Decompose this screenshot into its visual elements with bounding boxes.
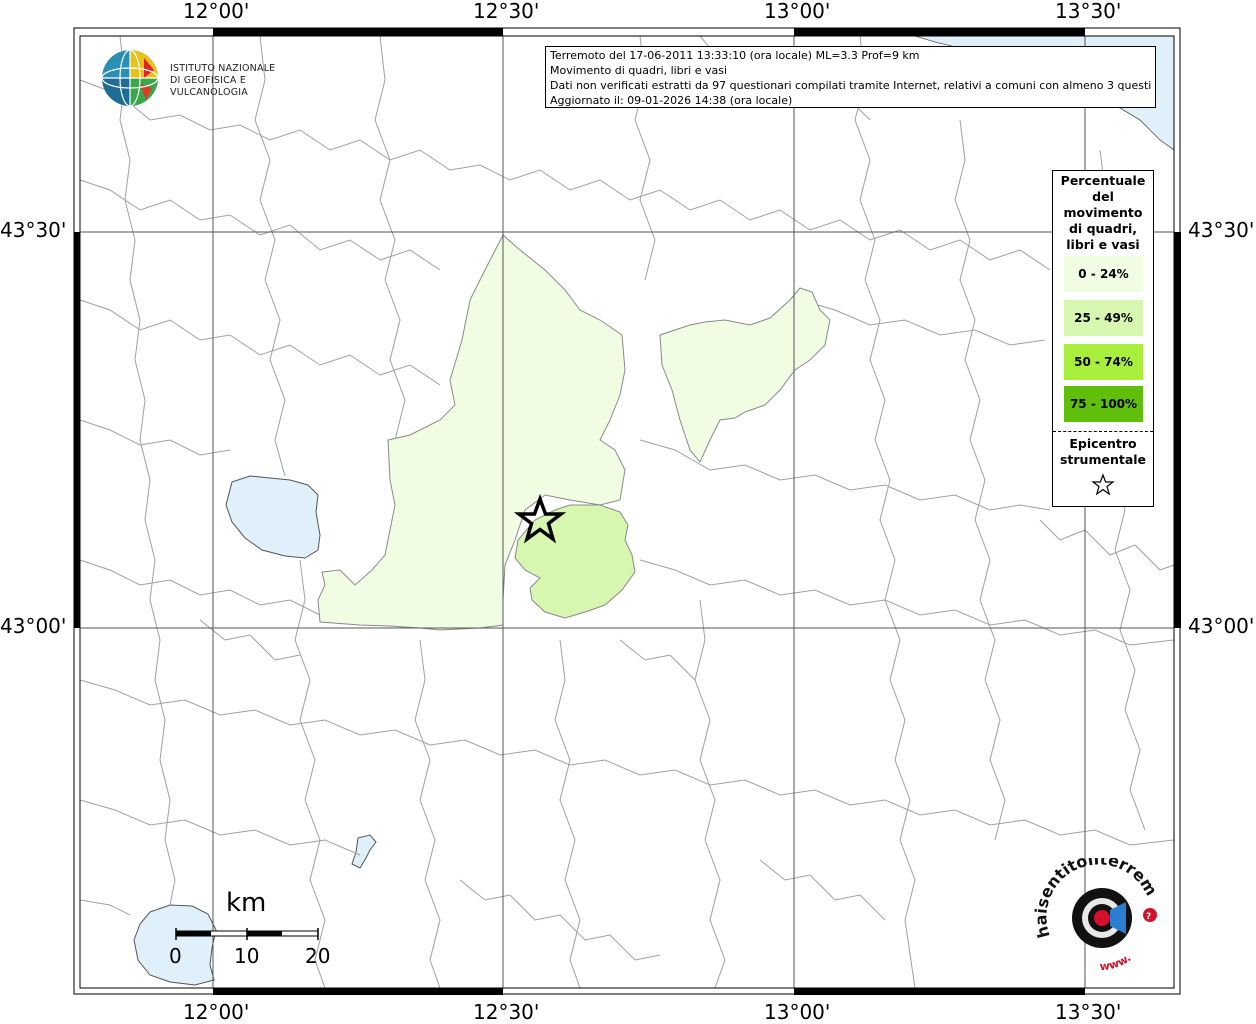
lat-label-left-2: 43°00' bbox=[0, 614, 67, 638]
haisentito-logo: ? haisentitoilterremoto.it www. bbox=[1025, 843, 1170, 978]
update-date: Aggiornato il: 09-01-2026 14:38 (ora loc… bbox=[550, 94, 793, 107]
legend-title-line2: del bbox=[1092, 189, 1114, 204]
legend-epicenter-label: Epicentro strumentale bbox=[1053, 436, 1153, 468]
ingv-globe-icon bbox=[101, 49, 159, 107]
haisentito-logo-icon: ? haisentitoilterremoto.it www. bbox=[1025, 843, 1162, 973]
event-title: Terremoto del 17-06-2011 13:33:10 (ora l… bbox=[550, 49, 920, 62]
legend-class-25-49: 25 - 49% bbox=[1064, 300, 1143, 336]
legend-class-75-100: 75 - 100% bbox=[1064, 386, 1143, 422]
lon-label-top-3: 13°00' bbox=[764, 0, 831, 23]
data-note: Dati non verificati estratti da 97 quest… bbox=[550, 79, 1151, 92]
svg-text:?: ? bbox=[1146, 912, 1151, 922]
lon-label-bottom-2: 12°30' bbox=[473, 1000, 540, 1024]
star-icon bbox=[1091, 473, 1115, 496]
legend-divider bbox=[1053, 431, 1153, 432]
legend-title-line5: libri e vasi bbox=[1066, 237, 1140, 252]
legend-epicenter-line2: strumentale bbox=[1059, 452, 1147, 467]
legend-title-line1: Percentuale bbox=[1060, 173, 1146, 188]
legend: Percentuale del movimento di quadri, lib… bbox=[1052, 170, 1154, 507]
scale-label-0: 0 bbox=[169, 944, 182, 968]
event-info-box: Terremoto del 17-06-2011 13:33:10 (ora l… bbox=[545, 46, 1156, 108]
lat-label-right-2: 43°00' bbox=[1188, 614, 1255, 638]
lon-label-top-2: 12°30' bbox=[473, 0, 540, 23]
lon-label-bottom-4: 13°30' bbox=[1055, 1000, 1122, 1024]
lon-label-bottom-1: 12°00' bbox=[183, 1000, 250, 1024]
legend-epicenter-line1: Epicentro bbox=[1069, 436, 1137, 451]
scale-label-10: 10 bbox=[234, 944, 260, 968]
effect-description: Movimento di quadri, libri e vasi bbox=[550, 64, 728, 77]
legend-title-line3: movimento bbox=[1063, 205, 1143, 220]
legend-class-50-74: 50 - 74% bbox=[1064, 344, 1143, 380]
ingv-name-line2: DI GEOFISICA E VULCANOLOGIA bbox=[170, 75, 248, 98]
scale-label-20: 20 bbox=[305, 944, 331, 968]
lon-label-bottom-3: 13°00' bbox=[764, 1000, 831, 1024]
legend-title: Percentuale del movimento di quadri, lib… bbox=[1053, 173, 1153, 253]
svg-text:www.: www. bbox=[1099, 951, 1133, 973]
lon-label-top-4: 13°30' bbox=[1055, 0, 1122, 23]
lat-label-left-1: 43°30' bbox=[0, 218, 67, 242]
ingv-name-line1: ISTITUTO NAZIONALE bbox=[170, 63, 276, 74]
haisentito-prefix: www. bbox=[1099, 951, 1133, 973]
lat-label-right-1: 43°30' bbox=[1188, 218, 1255, 242]
lon-label-top-1: 12°00' bbox=[183, 0, 250, 23]
ingv-logo: ISTITUTO NAZIONALE DI GEOFISICA E VULCAN… bbox=[100, 48, 320, 108]
legend-class-0-24: 0 - 24% bbox=[1064, 256, 1143, 292]
scale-unit: km bbox=[226, 888, 267, 918]
legend-title-line4: di quadri, bbox=[1068, 221, 1137, 236]
